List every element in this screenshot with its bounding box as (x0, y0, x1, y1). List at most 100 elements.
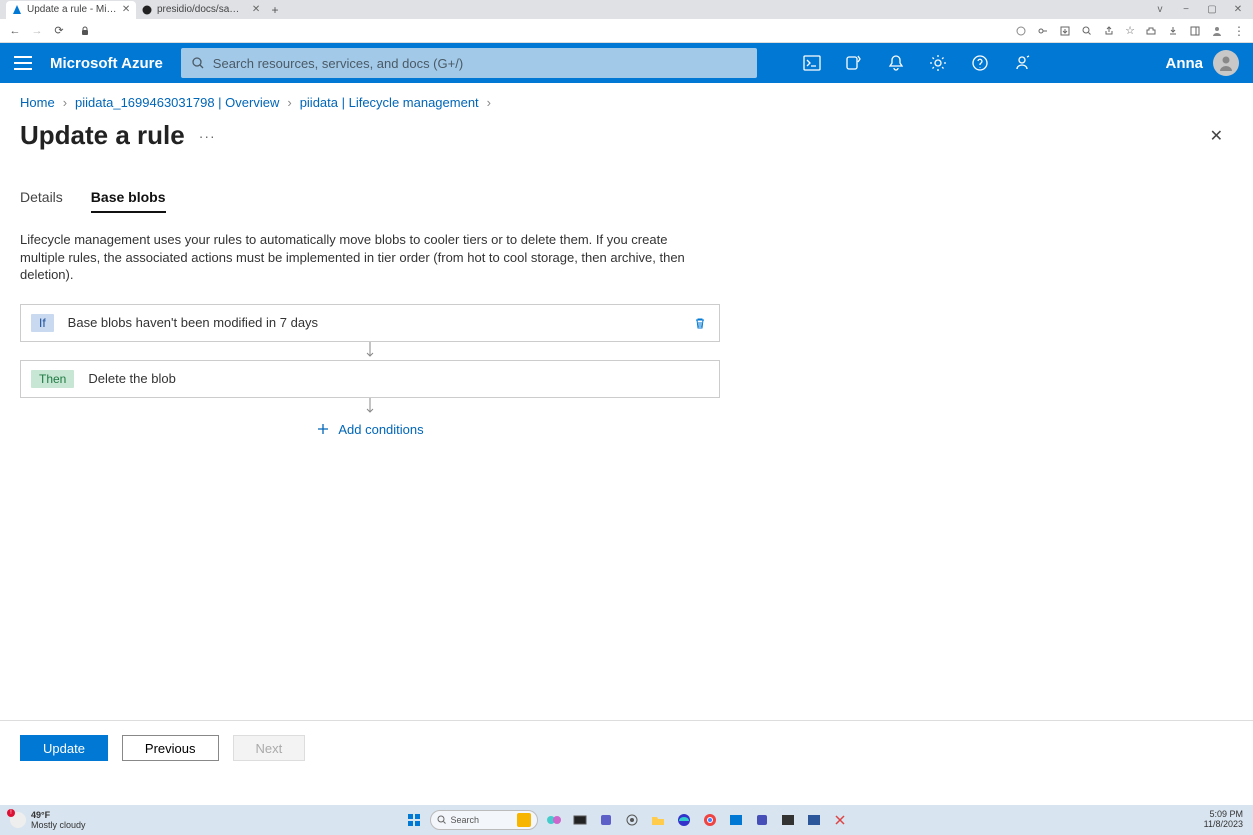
taskbar-app-snip[interactable] (830, 810, 850, 830)
taskbar-app-explorer[interactable] (648, 810, 668, 830)
add-conditions-row: Add conditions (20, 416, 720, 442)
browser-tab-title-2: presidio/docs/samples/deploy (157, 4, 247, 15)
downloads-icon[interactable] (1167, 25, 1179, 37)
start-button[interactable] (404, 810, 424, 830)
taskbar-center: Search (404, 810, 850, 830)
then-badge: Then (31, 370, 74, 388)
taskbar-app-teams[interactable] (596, 810, 616, 830)
plus-icon (316, 422, 330, 436)
browser-tab-title-1: Update a rule - Microsoft Azure (27, 4, 117, 15)
window-minimize-icon[interactable]: − (1181, 4, 1191, 15)
taskbar-app-taskview[interactable] (570, 810, 590, 830)
weather-desc: Mostly cloudy (31, 820, 86, 830)
taskbar-app-copilot[interactable] (544, 810, 564, 830)
browser-tab-1[interactable]: Update a rule - Microsoft Azure ✕ (6, 1, 136, 19)
search-highlight-icon (517, 813, 531, 827)
clock-date: 11/8/2023 (1204, 820, 1243, 830)
page-title: Update a rule (20, 120, 185, 151)
window-close-icon[interactable]: ✕ (1233, 4, 1243, 15)
key-icon[interactable] (1037, 25, 1049, 37)
notifications-icon[interactable] (887, 54, 905, 72)
then-action-text: Delete the blob (88, 371, 175, 386)
tab-close-icon[interactable]: ✕ (122, 6, 130, 14)
avatar (1213, 50, 1239, 76)
weather-widget[interactable]: ! 49°F Mostly cloudy (10, 810, 86, 830)
google-icon[interactable] (1015, 25, 1027, 37)
taskbar-app-chrome[interactable] (700, 810, 720, 830)
add-conditions-button[interactable]: Add conditions (316, 422, 423, 437)
previous-button[interactable]: Previous (122, 735, 219, 761)
footer-actions: Update Previous Next (0, 720, 1253, 775)
sidepanel-icon[interactable] (1189, 25, 1201, 37)
toolbar-right-icons: ☆ ⋮ (1015, 24, 1245, 38)
cloudshell-icon[interactable] (803, 54, 821, 72)
crumb-lifecycle[interactable]: piidata | Lifecycle management (300, 95, 479, 110)
share-icon[interactable] (1103, 25, 1115, 37)
tab-close-icon[interactable]: ✕ (252, 6, 260, 14)
help-icon[interactable] (971, 54, 989, 72)
taskbar-app-word[interactable] (804, 810, 824, 830)
taskbar-search[interactable]: Search (430, 810, 538, 830)
taskbar-app-terminal[interactable] (778, 810, 798, 830)
new-tab-button[interactable]: + (266, 3, 284, 17)
taskbar-app-edge[interactable] (674, 810, 694, 830)
search-input[interactable] (213, 56, 747, 71)
more-menu[interactable]: ··· (199, 128, 216, 144)
taskbar-clock[interactable]: 5:09 PM 11/8/2023 (1204, 810, 1243, 830)
then-action-row[interactable]: Then Delete the blob (20, 360, 720, 398)
install-icon[interactable] (1059, 25, 1071, 37)
close-blade-button[interactable]: ✕ (1210, 126, 1223, 146)
weather-temp: 49°F (31, 810, 86, 820)
copilot-icon[interactable] (845, 54, 863, 72)
next-button: Next (233, 735, 306, 761)
browser-tab-strip: Update a rule - Microsoft Azure ✕ presid… (0, 0, 1253, 19)
crumb-storage[interactable]: piidata_1699463031798 | Overview (75, 95, 279, 110)
address-bar[interactable] (74, 26, 1007, 36)
update-button[interactable]: Update (20, 735, 108, 761)
menu-icon[interactable]: ⋮ (1233, 24, 1245, 38)
hamburger-menu[interactable] (14, 56, 32, 70)
azure-header: Microsoft Azure Anna (0, 43, 1253, 83)
github-favicon (142, 5, 152, 15)
user-menu[interactable]: Anna (1166, 50, 1240, 76)
delete-condition-button[interactable] (693, 316, 707, 330)
description-text: Lifecycle management uses your rules to … (0, 213, 720, 284)
profile-icon[interactable] (1211, 25, 1223, 37)
connector-arrow (370, 398, 371, 416)
chevron-right-icon: › (63, 95, 67, 110)
back-button[interactable]: ← (8, 25, 22, 37)
taskbar-search-label: Search (451, 815, 480, 825)
window-maximize-icon[interactable]: ▢ (1207, 4, 1217, 15)
zoom-icon[interactable] (1081, 25, 1093, 37)
search-icon (437, 815, 447, 825)
chevron-right-icon: › (287, 95, 291, 110)
tab-base-blobs[interactable]: Base blobs (91, 189, 166, 213)
feedback-icon[interactable] (1013, 54, 1031, 72)
crumb-home[interactable]: Home (20, 95, 55, 110)
user-name: Anna (1166, 55, 1204, 72)
window-dropdown-icon[interactable]: v (1155, 4, 1165, 15)
taskbar-app-outlook[interactable] (726, 810, 746, 830)
global-search[interactable] (181, 48, 757, 78)
if-condition-text: Base blobs haven't been modified in 7 da… (68, 315, 318, 330)
taskbar-app-settings[interactable] (622, 810, 642, 830)
brand[interactable]: Microsoft Azure (50, 55, 163, 72)
weather-icon: ! (10, 812, 26, 828)
title-row: Update a rule ··· ✕ (0, 116, 1253, 161)
tab-details[interactable]: Details (20, 189, 63, 213)
forward-button[interactable]: → (30, 25, 44, 37)
rule-builder: If Base blobs haven't been modified in 7… (0, 284, 740, 442)
rule-tabs: Details Base blobs (0, 161, 1253, 213)
azure-favicon (12, 5, 22, 15)
search-icon (191, 56, 205, 70)
settings-icon[interactable] (929, 54, 947, 72)
if-condition-row[interactable]: If Base blobs haven't been modified in 7… (20, 304, 720, 342)
lock-icon (80, 26, 90, 36)
bookmark-icon[interactable]: ☆ (1125, 24, 1135, 37)
window-controls: v − ▢ ✕ (1155, 4, 1253, 15)
reload-button[interactable]: ⟳ (52, 24, 66, 37)
extensions-icon[interactable] (1145, 25, 1157, 37)
if-badge: If (31, 314, 54, 332)
taskbar-app-teams2[interactable] (752, 810, 772, 830)
browser-tab-2[interactable]: presidio/docs/samples/deploy ✕ (136, 1, 266, 19)
